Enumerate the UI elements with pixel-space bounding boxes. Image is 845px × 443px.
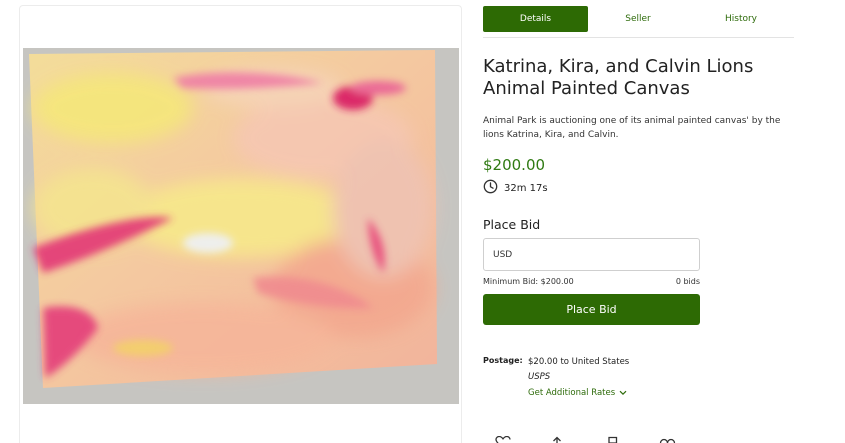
additional-rates-label: Get Additional Rates: [528, 388, 616, 398]
chevron-down-icon: [619, 390, 627, 396]
bid-amount-input[interactable]: [483, 238, 700, 271]
listing-image[interactable]: [23, 48, 459, 404]
postage-carrier: USPS: [528, 372, 551, 382]
time-remaining: 32m 17s: [483, 179, 548, 198]
postage-label: Postage:: [483, 356, 523, 365]
painting-artwork: [23, 48, 459, 404]
time-left-text: 32m 17s: [504, 182, 548, 194]
detail-tabs: Details Seller History: [483, 6, 794, 38]
heart-icon[interactable]: [495, 433, 511, 443]
share-icon[interactable]: [550, 433, 564, 443]
place-bid-button[interactable]: Place Bid: [483, 294, 700, 325]
tab-history[interactable]: History: [688, 6, 794, 32]
link-icon[interactable]: [659, 433, 677, 443]
flag-icon[interactable]: [607, 433, 619, 443]
additional-rates-link[interactable]: Get Additional Rates: [528, 388, 627, 398]
place-bid-heading: Place Bid: [483, 217, 541, 232]
action-icons: [483, 433, 683, 443]
listing-title: Katrina, Kira, and Calvin Lions Animal P…: [483, 56, 754, 99]
bid-count: 0 bids: [675, 277, 700, 286]
current-price: $200.00: [483, 156, 546, 174]
listing-description: Animal Park is auctioning one of its ani…: [483, 116, 781, 140]
tab-details[interactable]: Details: [483, 6, 588, 32]
clock-icon: [483, 179, 498, 198]
postage-value: $20.00 to United States: [528, 357, 630, 367]
minimum-bid-text: Minimum Bid: $200.00: [483, 277, 574, 286]
tab-seller[interactable]: Seller: [588, 6, 688, 32]
